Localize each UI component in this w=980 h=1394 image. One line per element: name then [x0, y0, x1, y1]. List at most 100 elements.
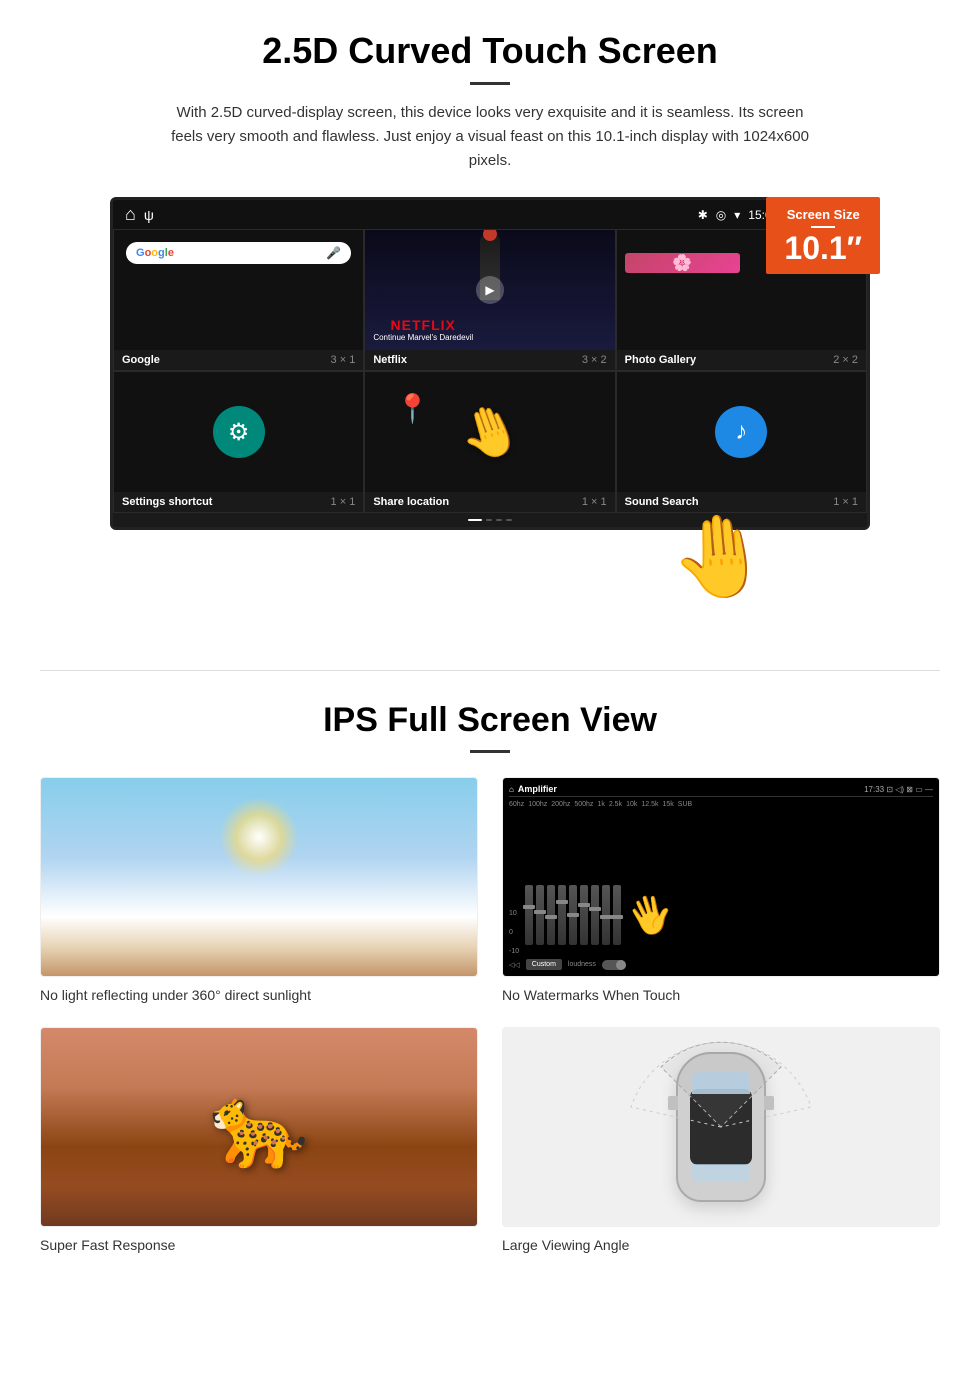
screen-size-badge: Screen Size 10.1″	[766, 197, 880, 274]
music-icon: ♪	[715, 406, 767, 458]
amp-bars-container: 100-10 🖐	[509, 812, 933, 955]
amp-toggle[interactable]	[602, 960, 626, 970]
netflix-logo: NETFLIX	[373, 317, 473, 333]
gallery-label-row: Photo Gallery 2 × 2	[617, 350, 866, 370]
status-bar: ⌂ ψ ✱ ◎ ▾ 15:06 ⊡ ◁) ⊠ ▭	[113, 200, 867, 229]
amp-slider-3[interactable]	[547, 885, 555, 945]
cheetah-img: 🐆	[40, 1027, 478, 1227]
netflix-app-size: 3 × 2	[582, 354, 607, 366]
section-ips: IPS Full Screen View No light reflecting…	[0, 671, 980, 1293]
angle-label: Large Viewing Angle	[502, 1237, 940, 1253]
amp-scale: 100-10	[509, 910, 519, 955]
bluetooth-icon: ✱	[698, 208, 708, 222]
mic-icon[interactable]: 🎤	[326, 246, 341, 260]
car-visual	[503, 1028, 939, 1226]
sound-thumb: ♪	[617, 372, 866, 492]
amp-title: Amplifier	[518, 784, 557, 794]
car-mirror-left	[668, 1096, 678, 1110]
amp-slider-4[interactable]	[558, 885, 566, 945]
feature-angle: Large Viewing Angle	[502, 1027, 940, 1253]
screen-size-number: 10.1″	[784, 232, 862, 264]
play-button[interactable]: ▶	[476, 276, 504, 304]
app-cell-sound[interactable]: ♪ Sound Search 1 × 1	[616, 371, 867, 513]
section2-underline	[470, 750, 510, 753]
car-img	[502, 1027, 940, 1227]
app-cell-share[interactable]: 📍 🤚 Share location 1 × 1	[364, 371, 615, 513]
feature-sunlight: No light reflecting under 360° direct su…	[40, 777, 478, 1003]
share-app-name: Share location	[373, 496, 449, 508]
amp-slider-6[interactable]	[580, 885, 588, 945]
share-app-size: 1 × 1	[582, 496, 607, 508]
dot-2	[486, 519, 492, 521]
amplifier-img: ⌂ Amplifier 17:33 ⊡ ◁) ⊠ ▭ — 60hz100hz20…	[502, 777, 940, 977]
car-top	[676, 1052, 766, 1202]
amp-screen: ⌂ Amplifier 17:33 ⊡ ◁) ⊠ ▭ — 60hz100hz20…	[503, 778, 939, 976]
google-logo: Google	[136, 247, 174, 259]
sound-app-name: Sound Search	[625, 496, 699, 508]
dot-4	[506, 519, 512, 521]
netflix-thumb: ▶ NETFLIX Continue Marvel's Daredevil	[365, 230, 614, 350]
amp-slider-7[interactable]	[591, 885, 599, 945]
cheetah-emoji: 🐆	[209, 1080, 309, 1174]
amp-back: ◁◁	[509, 961, 520, 969]
feature-fast: 🐆 Super Fast Response	[40, 1027, 478, 1253]
hand-below-wrapper: 🤚	[110, 530, 870, 610]
google-search-bar[interactable]: Google 🎤	[126, 242, 351, 264]
title-underline	[470, 82, 510, 85]
maps-icon: 📍	[395, 392, 430, 425]
amp-slider-1[interactable]	[525, 885, 533, 945]
netflix-app-name: Netflix	[373, 354, 407, 366]
google-label-row: Google 3 × 1	[114, 350, 363, 370]
screen-size-label: Screen Size	[787, 207, 860, 222]
settings-app-name: Settings shortcut	[122, 496, 212, 508]
dot-3	[496, 519, 502, 521]
section1-description: With 2.5D curved-display screen, this de…	[170, 101, 810, 173]
google-thumb: Google 🎤	[114, 230, 363, 350]
fast-label: Super Fast Response	[40, 1237, 478, 1253]
google-app-size: 3 × 1	[331, 354, 356, 366]
amp-sliders: 🖐	[525, 875, 933, 955]
share-thumb: 📍 🤚	[365, 372, 614, 492]
amp-icons: 17:33 ⊡ ◁) ⊠ ▭ —	[864, 785, 933, 794]
netflix-overlay: NETFLIX Continue Marvel's Daredevil	[373, 317, 473, 342]
app-cell-netflix[interactable]: ▶ NETFLIX Continue Marvel's Daredevil Ne…	[364, 229, 615, 371]
hand-icon: 🤚	[451, 394, 530, 471]
car-body	[676, 1052, 766, 1202]
location-icon: ◎	[716, 208, 726, 222]
gallery-app-size: 2 × 2	[833, 354, 858, 366]
device-screen: ⌂ ψ ✱ ◎ ▾ 15:06 ⊡ ◁) ⊠ ▭	[110, 197, 870, 530]
gallery-mini-1: 🌸	[625, 253, 740, 273]
settings-label-row: Settings shortcut 1 × 1	[114, 492, 363, 512]
cheetah-visual: 🐆	[41, 1028, 477, 1226]
netflix-label-row: Netflix 3 × 2	[365, 350, 614, 370]
sunlight-img	[40, 777, 478, 977]
home-icon[interactable]: ⌂	[125, 204, 136, 225]
car-mirror-right	[764, 1096, 774, 1110]
sun-glow	[219, 797, 299, 877]
section-curved-screen: 2.5D Curved Touch Screen With 2.5D curve…	[0, 0, 980, 630]
amp-custom-btn[interactable]: Custom	[526, 959, 562, 970]
section1-title: 2.5D Curved Touch Screen	[60, 30, 920, 72]
amp-slider-8[interactable]	[602, 885, 610, 945]
feature-watermark: ⌂ Amplifier 17:33 ⊡ ◁) ⊠ ▭ — 60hz100hz20…	[502, 777, 940, 1003]
amp-slider-5[interactable]	[569, 885, 577, 945]
touch-hand: 🖐	[622, 888, 678, 943]
amp-freq-labels: 60hz100hz200hz500hz1k2.5k10k12.5k15kSUB	[509, 801, 933, 808]
app-cell-settings[interactable]: ⚙ Settings shortcut 1 × 1	[113, 371, 364, 513]
pointing-hand-below: 🤚	[666, 506, 773, 608]
sound-app-size: 1 × 1	[833, 496, 858, 508]
badge-dash	[811, 226, 835, 228]
amp-slider-9[interactable]	[613, 885, 621, 945]
app-cell-google[interactable]: Google 🎤 Google 3 × 1	[113, 229, 364, 371]
daredevil-head	[483, 230, 497, 241]
settings-app-size: 1 × 1	[331, 496, 356, 508]
netflix-bg: ▶ NETFLIX Continue Marvel's Daredevil	[365, 230, 614, 350]
amp-slider-2[interactable]	[536, 885, 544, 945]
amp-footer: ◁◁ Custom loudness	[509, 959, 933, 970]
sunlight-label: No light reflecting under 360° direct su…	[40, 987, 478, 1003]
google-app-name: Google	[122, 354, 160, 366]
car-cabin	[690, 1089, 752, 1165]
features-grid: No light reflecting under 360° direct su…	[40, 777, 940, 1253]
netflix-subtitle: Continue Marvel's Daredevil	[373, 333, 473, 342]
settings-thumb: ⚙	[114, 372, 363, 492]
